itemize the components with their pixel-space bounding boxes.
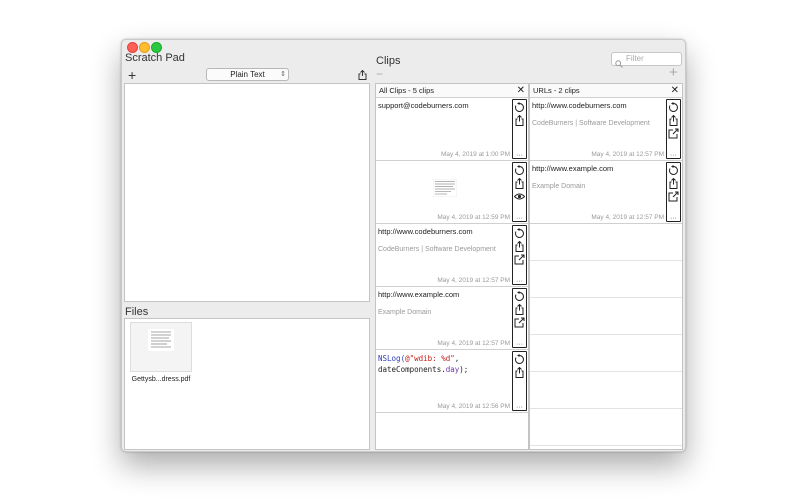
empty-row bbox=[530, 372, 682, 409]
clip-toolbar: ··· bbox=[666, 162, 681, 222]
restore-icon[interactable] bbox=[514, 228, 525, 239]
clip-date: May 4, 2019 at 12:59 PM bbox=[437, 214, 510, 221]
clip-item[interactable]: http://www.codeburners.com CodeBurners |… bbox=[376, 224, 528, 287]
code-object: dateComponents. bbox=[378, 365, 446, 374]
search-icon bbox=[615, 55, 623, 73]
share-icon[interactable] bbox=[514, 367, 525, 378]
clip-title: http://www.codeburners.com bbox=[378, 227, 473, 236]
clip-item[interactable]: support@codeburners.com May 4, 2019 at 1… bbox=[376, 98, 528, 161]
clip-toolbar: ··· bbox=[512, 225, 527, 285]
open-external-icon[interactable] bbox=[668, 128, 679, 139]
code-punct: ); bbox=[459, 365, 469, 374]
clip-toolbar: ··· bbox=[666, 99, 681, 159]
column-title: URLs - 2 clips bbox=[533, 86, 580, 95]
add-button[interactable]: + bbox=[128, 68, 136, 82]
code-fn: NSLog( bbox=[378, 354, 406, 363]
filter-placeholder: Filter bbox=[626, 54, 644, 63]
image-clip-thumbnail bbox=[433, 179, 457, 197]
close-column-icon[interactable]: ✕ bbox=[517, 84, 525, 97]
restore-icon[interactable] bbox=[514, 165, 525, 176]
clip-date: May 4, 2019 at 12:57 PM bbox=[591, 214, 664, 221]
clip-toolbar: ··· bbox=[512, 351, 527, 411]
column-header: URLs - 2 clips ✕ bbox=[530, 84, 682, 98]
clip-subtitle: CodeBurners | Software Development bbox=[378, 246, 496, 253]
share-icon[interactable] bbox=[514, 304, 525, 315]
clip-title: support@codeburners.com bbox=[378, 101, 469, 110]
file-name: Gettysb...dress.pdf bbox=[131, 376, 191, 383]
format-select-value: Plain Text bbox=[230, 70, 265, 79]
more-icon[interactable]: ··· bbox=[667, 152, 680, 159]
scratch-pad-text-area[interactable] bbox=[124, 83, 370, 302]
more-icon[interactable]: ··· bbox=[513, 404, 526, 411]
share-icon[interactable] bbox=[514, 115, 525, 126]
clip-subtitle: Example Domain bbox=[532, 183, 586, 190]
clip-item[interactable]: http://www.codeburners.com CodeBurners |… bbox=[530, 98, 682, 161]
restore-icon[interactable] bbox=[514, 354, 525, 365]
more-icon[interactable]: ··· bbox=[513, 341, 526, 348]
clip-item[interactable]: May 4, 2019 at 12:59 PM ··· bbox=[376, 161, 528, 224]
code-punct: , bbox=[454, 354, 460, 363]
clip-subtitle: Example Domain bbox=[378, 309, 432, 316]
clip-date: May 4, 2019 at 1:00 PM bbox=[440, 151, 510, 158]
clips-title: Clips bbox=[376, 55, 401, 67]
file-item[interactable]: Gettysb...dress.pdf bbox=[128, 322, 194, 383]
chevron-updown-icon: ⇕ bbox=[280, 71, 286, 78]
column-header: All Clips - 5 clips ✕ bbox=[376, 84, 528, 98]
clip-date: May 4, 2019 at 12:57 PM bbox=[591, 151, 664, 158]
clip-item[interactable]: http://www.example.com Example Domain Ma… bbox=[530, 161, 682, 224]
remove-button[interactable]: − bbox=[376, 67, 383, 81]
empty-row bbox=[530, 224, 682, 261]
clip-date: May 4, 2019 at 12:57 PM bbox=[437, 340, 510, 347]
scratch-pad-title: Scratch Pad bbox=[125, 52, 185, 64]
add-clip-column-button[interactable]: + bbox=[669, 65, 678, 80]
code-snippet: NSLog(@"wdib: %d", dateComponents.day); bbox=[378, 353, 468, 375]
urls-column: URLs - 2 clips ✕ http://www.codeburners.… bbox=[529, 83, 683, 450]
share-icon[interactable] bbox=[668, 178, 679, 189]
files-area[interactable]: Gettysb...dress.pdf bbox=[124, 318, 370, 450]
more-icon[interactable]: ··· bbox=[667, 215, 680, 222]
share-icon[interactable] bbox=[668, 115, 679, 126]
clip-title: http://www.example.com bbox=[532, 164, 614, 173]
app-window: Scratch Pad + Plain Text ⇕ Files Gettysb… bbox=[121, 39, 686, 452]
code-string: @"wdib: %d" bbox=[405, 354, 455, 363]
open-external-icon[interactable] bbox=[514, 254, 525, 265]
empty-row bbox=[530, 261, 682, 298]
share-icon[interactable] bbox=[514, 241, 525, 252]
restore-icon[interactable] bbox=[514, 102, 525, 113]
pdf-thumbnail bbox=[130, 322, 192, 372]
clip-item[interactable]: NSLog(@"wdib: %d", dateComponents.day); … bbox=[376, 350, 528, 413]
more-icon[interactable]: ··· bbox=[513, 215, 526, 222]
restore-icon[interactable] bbox=[514, 291, 525, 302]
empty-row bbox=[530, 335, 682, 372]
eye-icon[interactable] bbox=[514, 191, 525, 202]
close-column-icon[interactable]: ✕ bbox=[671, 84, 679, 97]
clip-date: May 4, 2019 at 12:56 PM bbox=[437, 403, 510, 410]
clip-toolbar: ··· bbox=[512, 99, 527, 159]
empty-row bbox=[530, 409, 682, 446]
clip-title: http://www.codeburners.com bbox=[532, 101, 627, 110]
column-title: All Clips - 5 clips bbox=[379, 86, 435, 95]
format-select[interactable]: Plain Text ⇕ bbox=[206, 68, 289, 81]
clip-toolbar: ··· bbox=[512, 288, 527, 348]
files-title: Files bbox=[125, 306, 149, 318]
clip-item[interactable]: http://www.example.com Example Domain Ma… bbox=[376, 287, 528, 350]
code-property: day bbox=[445, 365, 460, 374]
share-icon[interactable] bbox=[514, 178, 525, 189]
clip-title: http://www.example.com bbox=[378, 290, 460, 299]
restore-icon[interactable] bbox=[668, 102, 679, 113]
open-external-icon[interactable] bbox=[514, 317, 525, 328]
open-external-icon[interactable] bbox=[668, 191, 679, 202]
restore-icon[interactable] bbox=[668, 165, 679, 176]
empty-row bbox=[530, 298, 682, 335]
more-icon[interactable]: ··· bbox=[513, 152, 526, 159]
all-clips-column: All Clips - 5 clips ✕ support@codeburner… bbox=[375, 83, 529, 450]
clip-subtitle: CodeBurners | Software Development bbox=[532, 120, 650, 127]
clip-date: May 4, 2019 at 12:57 PM bbox=[437, 277, 510, 284]
more-icon[interactable]: ··· bbox=[513, 278, 526, 285]
clip-toolbar: ··· bbox=[512, 162, 527, 222]
